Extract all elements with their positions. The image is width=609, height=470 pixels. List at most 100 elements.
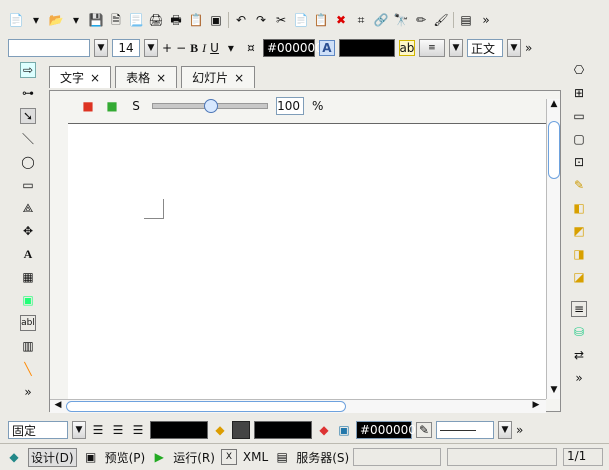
line-tool-icon[interactable]: ＼ (20, 131, 36, 147)
grid-icon[interactable]: ⌗ (353, 12, 369, 28)
paste-icon[interactable]: 📋 (313, 12, 329, 28)
shape-color-hex-field[interactable]: #000000 (356, 421, 416, 439)
properties-icon[interactable]: ≡ (571, 301, 587, 317)
text-tool-icon[interactable]: A (20, 246, 36, 262)
shape-fill-icon[interactable]: ◆ (316, 422, 332, 438)
document-icon[interactable]: 📃 (128, 12, 144, 28)
erase-icon[interactable]: ✏ (413, 12, 429, 28)
overflow-icon[interactable]: » (516, 423, 523, 437)
tab-table[interactable]: 表格 × (115, 66, 178, 88)
decrease-font-button[interactable]: − (176, 41, 186, 55)
zoom-slider[interactable] (152, 99, 268, 113)
editor-canvas[interactable] (68, 123, 546, 399)
layer-icon[interactable]: ◧ (571, 200, 587, 216)
bold-button[interactable]: B (190, 41, 198, 56)
dialog-icon[interactable]: ▭ (571, 108, 587, 124)
overflow-icon[interactable]: » (478, 12, 494, 28)
dropdown-icon[interactable]: ▾ (28, 12, 44, 28)
dropdown-icon[interactable]: ▾ (68, 12, 84, 28)
polygon-tool-icon[interactable]: ⟁ (20, 200, 36, 216)
zoom-thumb[interactable] (204, 99, 218, 113)
preview-mode-button[interactable]: 预览(P) (105, 449, 146, 466)
align-left-icon[interactable]: ☰ (90, 422, 106, 438)
horizontal-scroll-thumb[interactable] (66, 401, 346, 412)
pencil-icon[interactable]: ✎ (571, 177, 587, 193)
clear-format-icon[interactable]: ▾ (223, 40, 239, 56)
overflow-icon[interactable]: » (20, 384, 36, 400)
insert-icon[interactable]: ⇨ (20, 62, 36, 78)
print-preview-icon[interactable]: 🖶 (168, 12, 184, 28)
marker-tool-icon[interactable]: ╲ (20, 361, 36, 377)
font-name-select[interactable] (8, 39, 90, 57)
paragraph-style-dropdown-button[interactable]: ▼ (506, 39, 521, 57)
chart-tool-icon[interactable]: ▥ (20, 338, 36, 354)
paragraph-style-select[interactable]: 正文 (466, 39, 503, 57)
underline-button[interactable]: U (210, 41, 219, 55)
background-color-swatch[interactable] (338, 39, 395, 57)
rectangle-tool-icon[interactable]: ▭ (20, 177, 36, 193)
fill-color-swatch[interactable] (232, 421, 250, 439)
close-icon[interactable]: × (90, 71, 100, 85)
font-name-dropdown-button[interactable]: ▼ (94, 39, 108, 57)
border-color-swatch[interactable] (254, 421, 312, 439)
font-size-select[interactable]: 14 (112, 39, 140, 57)
undo-icon[interactable]: ↶ (233, 12, 249, 28)
layout-icon[interactable]: ⎔ (571, 62, 587, 78)
link-icon[interactable]: 🔗 (373, 12, 389, 28)
zoom-input[interactable]: 100 (276, 97, 304, 115)
image-tool-icon[interactable]: ▣ (20, 292, 36, 308)
overflow-icon[interactable]: » (571, 370, 587, 386)
tab-text[interactable]: 文字 × (49, 66, 112, 88)
font-size-dropdown-button[interactable]: ▼ (144, 39, 158, 57)
font-color-icon[interactable]: A (318, 40, 335, 56)
scroll-left-icon[interactable]: ◀ (52, 400, 64, 413)
fill-bucket-icon[interactable]: ◆ (212, 422, 228, 438)
table-tool-icon[interactable]: ▦ (20, 269, 36, 285)
copy-cells-icon[interactable]: ■ (104, 98, 120, 114)
symbol-icon[interactable]: ¤ (243, 40, 259, 56)
ellipse-tool-icon[interactable]: ◯ (20, 154, 36, 170)
freeform-tool-icon[interactable]: ✥ (20, 223, 36, 239)
open-folder-icon[interactable]: 📂 (48, 12, 64, 28)
overflow-icon[interactable]: » (525, 41, 532, 55)
vertical-scroll-thumb[interactable] (548, 121, 560, 179)
insert-symbol-icon[interactable]: S (128, 98, 144, 114)
align-right-icon[interactable]: ☰ (130, 422, 146, 438)
highlight-icon[interactable]: ab (398, 40, 415, 56)
horizontal-scrollbar[interactable]: ◀ ▶ (50, 399, 546, 413)
position-dropdown-button[interactable]: ▼ (72, 421, 86, 439)
new-document-icon[interactable]: 📄 (8, 12, 24, 28)
database-icon[interactable]: ⛁ (571, 324, 587, 340)
textbox-tool-icon[interactable]: abl (20, 315, 36, 331)
window-icon[interactable]: ▣ (208, 12, 224, 28)
form-icon[interactable]: ▢ (571, 131, 587, 147)
vertical-scrollbar[interactable]: ▲ ▼ (546, 99, 560, 399)
cut-cells-icon[interactable]: ■ (80, 98, 96, 114)
layer-3-icon[interactable]: ◨ (571, 246, 587, 262)
panel-icon[interactable]: ▤ (458, 12, 474, 28)
print-icon[interactable]: 🖨 (148, 12, 164, 28)
xml-mode-button[interactable]: XML (243, 450, 268, 464)
scroll-down-icon[interactable]: ▼ (547, 385, 561, 399)
redo-icon[interactable]: ↷ (253, 12, 269, 28)
image-icon[interactable]: ▣ (336, 422, 352, 438)
align-center-icon[interactable]: ☰ (110, 422, 126, 438)
brush-icon[interactable]: 🖌 (433, 12, 449, 28)
position-select[interactable]: 固定 (8, 421, 68, 439)
alignment-button[interactable]: ≡ (418, 39, 445, 57)
server-mode-button[interactable]: 服务器(S) (296, 449, 349, 466)
exchange-icon[interactable]: ⇄ (571, 347, 587, 363)
scroll-up-icon[interactable]: ▲ (547, 99, 561, 113)
layer-4-icon[interactable]: ◪ (571, 269, 587, 285)
line-style-select[interactable]: ――― (436, 421, 494, 439)
layer-2-icon[interactable]: ◩ (571, 223, 587, 239)
line-color-swatch[interactable] (150, 421, 208, 439)
clipboard-icon[interactable]: 📋 (188, 12, 204, 28)
close-icon[interactable]: × (156, 71, 166, 85)
cut-icon[interactable]: ✂ (273, 12, 289, 28)
run-mode-button[interactable]: 运行(R) (173, 449, 215, 466)
design-mode-button[interactable]: 设计(D) (28, 447, 77, 467)
tree-icon[interactable]: ⊞ (571, 85, 587, 101)
copy-icon[interactable]: 📄 (293, 12, 309, 28)
text-color-field[interactable]: #000000 (262, 39, 323, 57)
